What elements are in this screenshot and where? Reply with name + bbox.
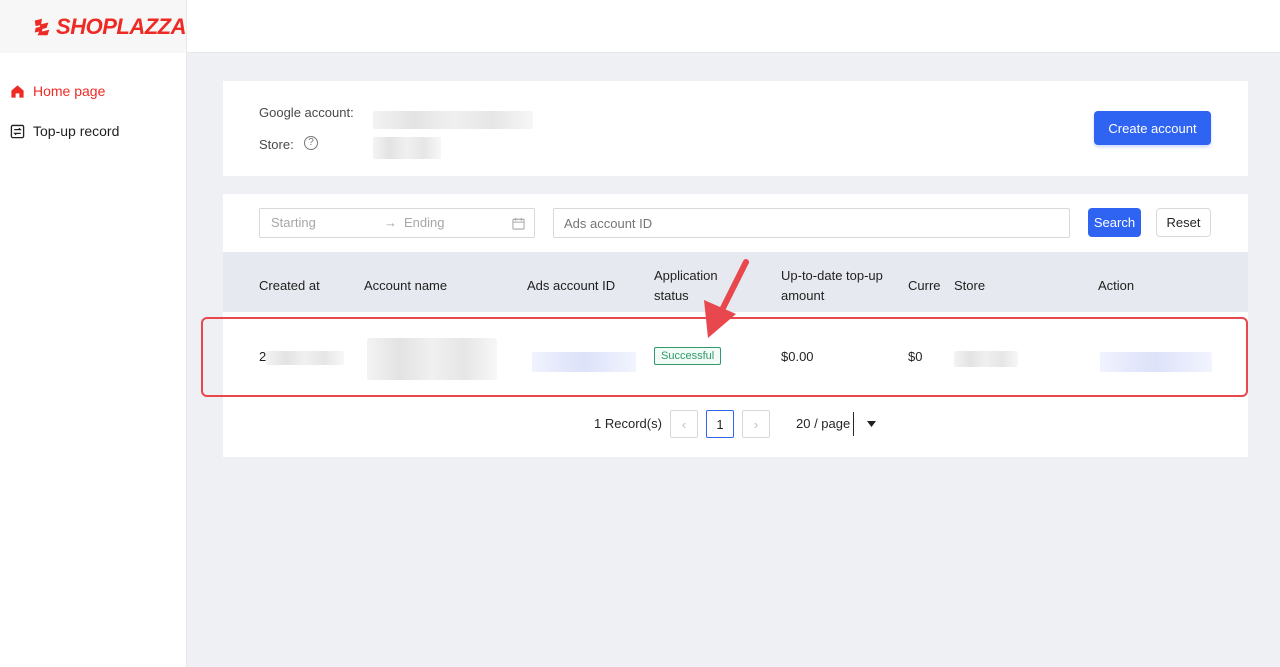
chevron-left-icon: ‹ <box>681 416 687 432</box>
top-bar <box>187 0 1280 53</box>
calendar-icon <box>512 217 525 230</box>
chevron-right-icon: › <box>753 416 759 432</box>
prev-page-button[interactable]: ‹ <box>670 410 698 438</box>
column-ads-account-id: Ads account ID <box>527 278 616 293</box>
logo: SHOPLAZZA <box>0 0 186 53</box>
start-date-placeholder: Starting <box>271 215 316 230</box>
record-icon <box>10 124 25 138</box>
store-value <box>373 137 441 159</box>
brand-name: SHOPLAZZA <box>56 13 186 39</box>
page-size-select[interactable]: 20 / page <box>790 409 882 439</box>
account-info-card: Google account: Store: ? Create account <box>223 81 1248 176</box>
end-date-placeholder: Ending <box>404 215 445 230</box>
sidebar-item-label: Home page <box>33 83 106 99</box>
home-icon <box>11 84 24 98</box>
column-topup-amount: Up-to-date top-up amount <box>781 268 883 303</box>
sidebar: SHOPLAZZA Home page Top-up record <box>0 0 187 667</box>
shoplazza-logo-icon <box>34 18 50 35</box>
cursor-caret <box>853 412 854 436</box>
column-account-name: Account name <box>364 278 448 293</box>
next-page-button[interactable]: › <box>742 410 770 438</box>
sidebar-item-topup-record[interactable]: Top-up record <box>10 123 119 139</box>
page-number-button[interactable]: 1 <box>706 410 734 438</box>
record-count: 1 Record(s) <box>594 416 662 431</box>
create-account-button[interactable]: Create account <box>1094 111 1211 145</box>
page-size-value: 20 / page <box>796 416 851 431</box>
column-created-at: Created at <box>259 278 320 293</box>
store-label: Store: <box>259 137 294 152</box>
annotation-arrow-icon <box>704 259 749 338</box>
search-button[interactable]: Search <box>1088 208 1141 237</box>
column-action: Action <box>1098 278 1135 293</box>
help-icon[interactable]: ? <box>304 136 318 150</box>
google-account-label: Google account: <box>259 105 354 120</box>
column-currency: Curre <box>908 278 940 293</box>
ads-account-id-input[interactable] <box>553 208 1070 238</box>
date-range-picker[interactable]: Starting → Ending <box>259 208 535 238</box>
sidebar-item-label: Top-up record <box>33 123 120 139</box>
column-store: Store <box>954 278 986 293</box>
reset-button[interactable]: Reset <box>1156 208 1211 237</box>
arrow-right-icon: → <box>384 215 397 230</box>
google-account-value <box>373 111 533 129</box>
caret-down-icon <box>867 421 876 427</box>
sidebar-item-home[interactable]: Home page <box>10 83 105 99</box>
